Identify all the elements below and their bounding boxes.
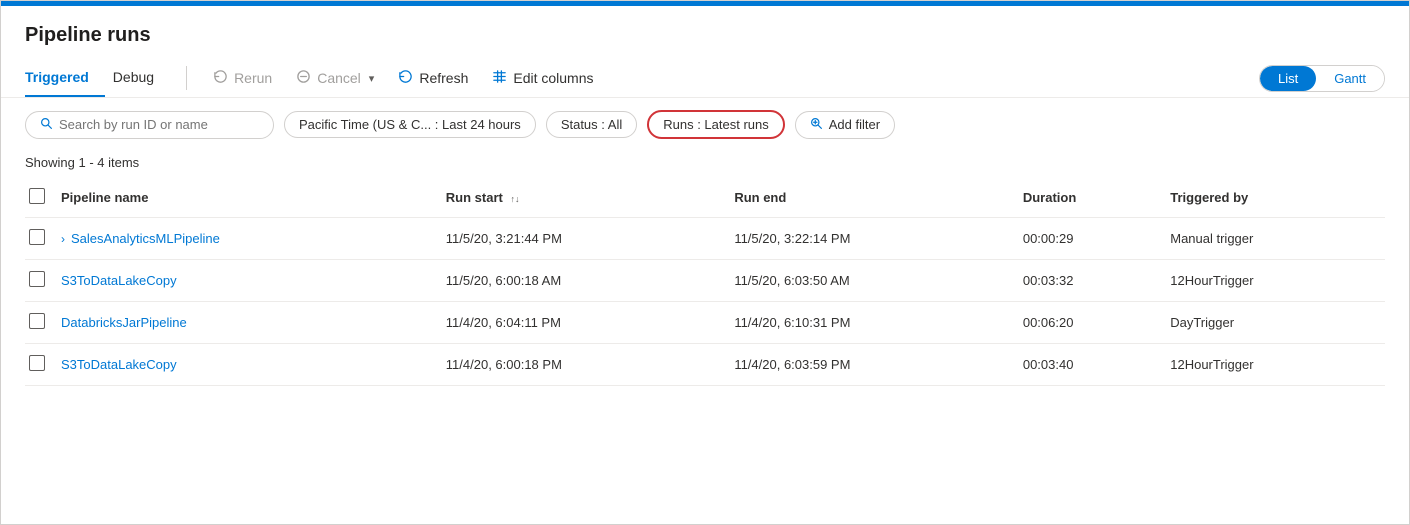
table-row: DatabricksJarPipeline11/4/20, 6:04:11 PM… bbox=[25, 302, 1385, 344]
search-filter-icon bbox=[40, 117, 53, 133]
row-0-triggered-by: Manual trigger bbox=[1170, 218, 1385, 260]
search-pill[interactable] bbox=[25, 111, 274, 139]
expand-btn-0[interactable]: › bbox=[61, 232, 65, 246]
tab-debug[interactable]: Debug bbox=[113, 59, 170, 97]
table-body: ›SalesAnalyticsMLPipeline11/5/20, 3:21:4… bbox=[25, 218, 1385, 386]
edit-columns-icon bbox=[492, 69, 507, 88]
tab-triggered[interactable]: Triggered bbox=[25, 59, 105, 97]
header-run-end: Run end bbox=[734, 178, 1023, 218]
row-2-checkbox-cell[interactable] bbox=[25, 302, 61, 344]
row-1-checkbox-cell[interactable] bbox=[25, 260, 61, 302]
gantt-view-button[interactable]: Gantt bbox=[1316, 66, 1384, 91]
runs-filter-pill[interactable]: Runs : Latest runs bbox=[647, 110, 785, 139]
rerun-label: Rerun bbox=[234, 70, 272, 86]
search-input[interactable] bbox=[59, 117, 259, 132]
edit-columns-button[interactable]: Edit columns bbox=[482, 63, 603, 94]
page-container: Pipeline runs Triggered Debug Rerun bbox=[0, 0, 1410, 525]
table-row: S3ToDataLakeCopy11/4/20, 6:00:18 PM11/4/… bbox=[25, 344, 1385, 386]
runs-filter-label: Runs : Latest runs bbox=[663, 117, 769, 132]
row-1-run-end: 11/5/20, 6:03:50 AM bbox=[734, 260, 1023, 302]
row-1-run-start: 11/5/20, 6:00:18 AM bbox=[446, 260, 735, 302]
row-3-checkbox-cell[interactable] bbox=[25, 344, 61, 386]
select-all-checkbox[interactable] bbox=[29, 188, 45, 204]
time-filter-pill[interactable]: Pacific Time (US & C... : Last 24 hours bbox=[284, 111, 536, 138]
header-checkbox[interactable] bbox=[25, 178, 61, 218]
row-3-triggered-by: 12HourTrigger bbox=[1170, 344, 1385, 386]
row-0-run-start: 11/5/20, 3:21:44 PM bbox=[446, 218, 735, 260]
row-2-run-start: 11/4/20, 6:04:11 PM bbox=[446, 302, 735, 344]
cancel-button[interactable]: Cancel ▾ bbox=[286, 63, 384, 94]
items-count: Showing 1 - 4 items bbox=[1, 151, 1409, 178]
table-row: ›SalesAnalyticsMLPipeline11/5/20, 3:21:4… bbox=[25, 218, 1385, 260]
add-filter-button[interactable]: Add filter bbox=[795, 111, 895, 139]
time-filter-label: Pacific Time (US & C... : Last 24 hours bbox=[299, 117, 521, 132]
table-header-row: Pipeline name Run start ↑↓ Run end Durat… bbox=[25, 178, 1385, 218]
row-3-run-end: 11/4/20, 6:03:59 PM bbox=[734, 344, 1023, 386]
list-view-button[interactable]: List bbox=[1260, 66, 1316, 91]
row-0-pipeline-name[interactable]: ›SalesAnalyticsMLPipeline bbox=[61, 218, 446, 260]
row-checkbox-1[interactable] bbox=[29, 271, 45, 287]
row-0-duration: 00:00:29 bbox=[1023, 218, 1170, 260]
rerun-button[interactable]: Rerun bbox=[203, 63, 282, 94]
header-duration: Duration bbox=[1023, 178, 1170, 218]
header-pipeline-name: Pipeline name bbox=[61, 178, 446, 218]
row-1-duration: 00:03:32 bbox=[1023, 260, 1170, 302]
toolbar: Triggered Debug Rerun bbox=[1, 59, 1409, 98]
header-run-start[interactable]: Run start ↑↓ bbox=[446, 178, 735, 218]
row-2-pipeline-name[interactable]: DatabricksJarPipeline bbox=[61, 302, 446, 344]
row-2-run-end: 11/4/20, 6:10:31 PM bbox=[734, 302, 1023, 344]
refresh-icon bbox=[398, 69, 413, 88]
row-3-duration: 00:03:40 bbox=[1023, 344, 1170, 386]
row-checkbox-2[interactable] bbox=[29, 313, 45, 329]
table-row: S3ToDataLakeCopy11/5/20, 6:00:18 AM11/5/… bbox=[25, 260, 1385, 302]
edit-columns-label: Edit columns bbox=[513, 70, 593, 86]
filters-bar: Pacific Time (US & C... : Last 24 hours … bbox=[1, 98, 1409, 151]
cancel-label: Cancel bbox=[317, 70, 361, 86]
row-0-checkbox-cell[interactable] bbox=[25, 218, 61, 260]
row-1-pipeline-name[interactable]: S3ToDataLakeCopy bbox=[61, 260, 446, 302]
rerun-icon bbox=[213, 69, 228, 88]
row-checkbox-0[interactable] bbox=[29, 229, 45, 245]
toolbar-actions: Rerun Cancel ▾ bbox=[203, 63, 1385, 94]
add-filter-label: Add filter bbox=[829, 117, 880, 132]
table-container: Pipeline name Run start ↑↓ Run end Durat… bbox=[1, 178, 1409, 386]
refresh-button[interactable]: Refresh bbox=[388, 63, 478, 94]
pipeline-runs-table: Pipeline name Run start ↑↓ Run end Durat… bbox=[25, 178, 1385, 386]
cancel-icon bbox=[296, 69, 311, 88]
refresh-label: Refresh bbox=[419, 70, 468, 86]
sort-icon[interactable]: ↑↓ bbox=[510, 194, 519, 204]
view-toggle: List Gantt bbox=[1259, 65, 1385, 92]
status-filter-pill[interactable]: Status : All bbox=[546, 111, 637, 138]
tab-divider bbox=[186, 66, 187, 90]
row-checkbox-3[interactable] bbox=[29, 355, 45, 371]
row-2-duration: 00:06:20 bbox=[1023, 302, 1170, 344]
status-filter-label: Status : All bbox=[561, 117, 622, 132]
add-filter-icon bbox=[810, 117, 823, 133]
row-1-triggered-by: 12HourTrigger bbox=[1170, 260, 1385, 302]
page-title: Pipeline runs bbox=[1, 6, 1409, 59]
row-3-run-start: 11/4/20, 6:00:18 PM bbox=[446, 344, 735, 386]
row-2-triggered-by: DayTrigger bbox=[1170, 302, 1385, 344]
cancel-dropdown-icon[interactable]: ▾ bbox=[369, 72, 375, 85]
row-0-run-end: 11/5/20, 3:22:14 PM bbox=[734, 218, 1023, 260]
row-3-pipeline-name[interactable]: S3ToDataLakeCopy bbox=[61, 344, 446, 386]
header-triggered-by: Triggered by bbox=[1170, 178, 1385, 218]
